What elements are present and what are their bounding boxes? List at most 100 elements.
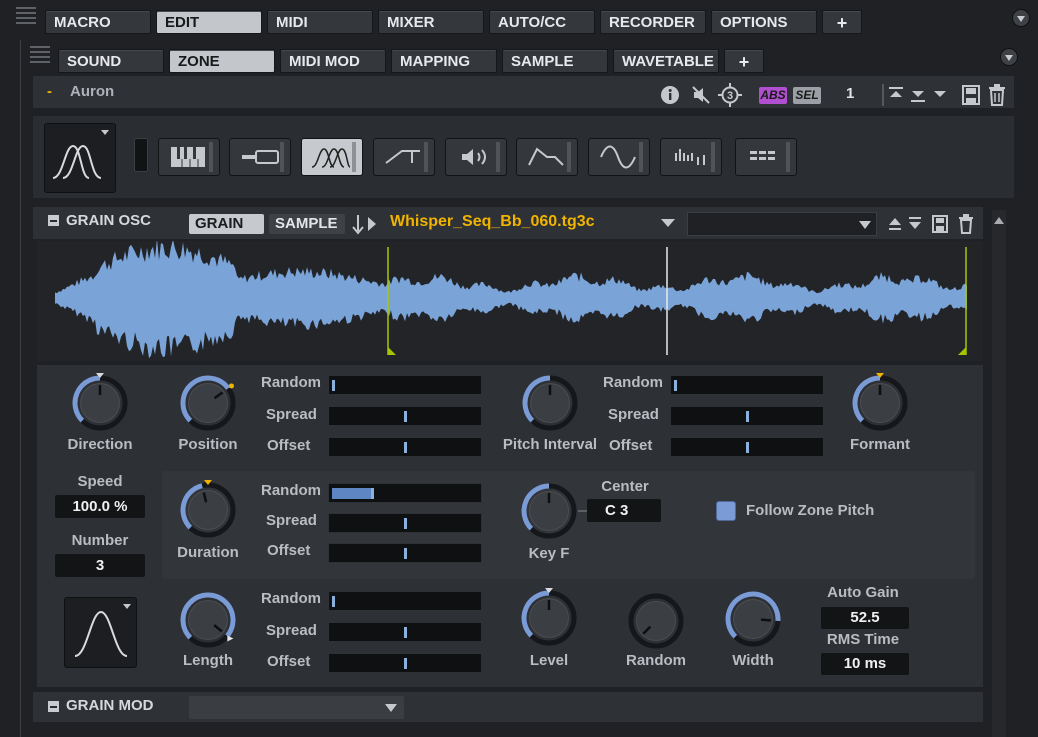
tab-recorder[interactable]: RECORDER [600,10,706,34]
length-knob[interactable] [178,590,238,650]
pitch-offset-label: Offset [609,437,653,454]
speaker-muted-icon[interactable] [690,84,712,106]
length-random-slider[interactable] [328,591,482,611]
waveform-display[interactable] [37,238,983,361]
position-random-slider[interactable] [328,375,482,395]
key-f-label: Key F [528,545,570,562]
sample-zone-button[interactable] [229,138,291,176]
organ-zone-button[interactable] [373,138,435,176]
length-label: Length [183,652,233,669]
spectral-zone-button[interactable] [660,138,722,176]
pitch-offset-slider[interactable] [670,437,824,457]
duration-offset-label: Offset [267,542,311,559]
pitch-interval-knob[interactable] [520,373,580,433]
tab-options[interactable]: OPTIONS [711,10,817,34]
length-spread-label: Spread [266,622,317,639]
tab-edit[interactable]: EDIT [156,10,262,34]
grain-mod-dropdown[interactable] [189,696,404,719]
preset-down-icon[interactable] [908,215,922,233]
tab-sample[interactable]: SAMPLE [502,49,608,73]
pitch-spread-slider[interactable] [670,406,824,426]
wavetable-zone-button[interactable] [588,138,650,176]
zone-name[interactable]: Auron [70,83,114,100]
info-icon[interactable] [660,85,680,105]
follow-zone-pitch-label: Follow Zone Pitch [746,502,875,519]
random-level-knob[interactable] [626,591,686,651]
position-offset-label: Offset [267,437,311,454]
speed-value[interactable]: 100.0 % [55,495,145,518]
synth-zone-button[interactable] [158,138,220,176]
next-down-icon[interactable] [910,86,926,104]
length-random-label: Random [261,590,321,607]
list-zone-button[interactable] [735,138,797,176]
auto-gain-value[interactable]: 52.5 [821,607,909,629]
follow-zone-pitch-checkbox[interactable] [716,501,736,521]
center-label: Center [601,478,649,495]
grain-osc-title: GRAIN OSC [66,212,152,229]
length-spread-slider[interactable] [328,622,482,642]
length-offset-slider[interactable] [328,653,482,673]
tab-mapping[interactable]: MAPPING [391,49,497,73]
grain-shape-selector[interactable] [64,597,137,668]
preset-up-icon[interactable] [888,215,902,233]
save-icon[interactable] [962,85,980,105]
zone-type-slim-button[interactable] [134,138,148,172]
scrollbar-track[interactable] [992,210,1006,737]
trash-icon[interactable] [988,84,1006,106]
sel-toggle[interactable]: SEL [793,87,821,104]
layer-target-icon[interactable]: 3 [718,83,742,107]
preset-save-icon[interactable] [932,215,948,233]
zone-type-selector[interactable] [44,123,116,193]
import-icon[interactable] [352,213,378,235]
dropdown-icon[interactable] [932,86,948,104]
tab-zone[interactable]: ZONE [169,49,275,73]
tab-auto-cc[interactable]: AUTO/CC [489,10,595,34]
main-menu-grip[interactable] [16,7,36,25]
tab-midi[interactable]: MIDI [267,10,373,34]
layer-number: 1 [846,85,855,102]
secondary-dropdown[interactable] [687,212,877,236]
svg-text:3: 3 [727,90,733,102]
pitch-interval-label: Pitch Interval [502,436,598,453]
level-knob[interactable] [519,588,579,648]
number-value[interactable]: 3 [55,554,145,577]
grain-osc-collapse-icon[interactable] [48,215,59,226]
width-knob[interactable] [723,589,783,649]
previous-up-icon[interactable] [888,86,904,104]
duration-spread-slider[interactable] [328,513,482,533]
audio-zone-button[interactable] [445,138,507,176]
grain-mod-title: GRAIN MOD [66,697,154,714]
sub-menu-grip[interactable] [30,46,50,64]
grain-zone-button[interactable] [301,138,363,176]
duration-random-slider[interactable] [328,483,482,503]
tab-wavetable[interactable]: WAVETABLE [613,49,719,73]
filename-dropdown-icon[interactable] [660,216,676,230]
sample-filename[interactable]: Whisper_Seq_Bb_060.tg3c [390,213,595,231]
sub-collapse-button[interactable] [1000,48,1018,66]
main-collapse-button[interactable] [1012,9,1030,27]
position-knob[interactable] [178,373,238,433]
abs-toggle[interactable]: ABS [759,87,787,104]
center-value[interactable]: C 3 [587,499,661,522]
envelope-zone-button[interactable] [516,138,578,176]
pitch-random-slider[interactable] [670,375,824,395]
duration-offset-slider[interactable] [328,543,482,563]
add-tab-button[interactable]: + [822,10,862,34]
sample-mode-button[interactable]: SAMPLE [269,214,345,234]
grain-mod-collapse-icon[interactable] [48,701,59,712]
tab-macro[interactable]: MACRO [45,10,151,34]
grain-mode-button[interactable]: GRAIN [189,214,264,234]
preset-delete-icon[interactable] [958,214,974,234]
key-f-knob[interactable] [519,481,579,541]
tab-mixer[interactable]: MIXER [378,10,484,34]
formant-knob[interactable] [850,373,910,433]
add-subtab-button[interactable]: + [724,49,764,73]
direction-knob[interactable] [70,373,130,433]
tab-midi-mod[interactable]: MIDI MOD [280,49,386,73]
position-spread-slider[interactable] [328,406,482,426]
rms-time-value[interactable]: 10 ms [821,653,909,675]
duration-knob[interactable] [178,480,238,540]
position-offset-slider[interactable] [328,437,482,457]
tab-sound[interactable]: SOUND [58,49,164,73]
position-label: Position [178,436,238,453]
